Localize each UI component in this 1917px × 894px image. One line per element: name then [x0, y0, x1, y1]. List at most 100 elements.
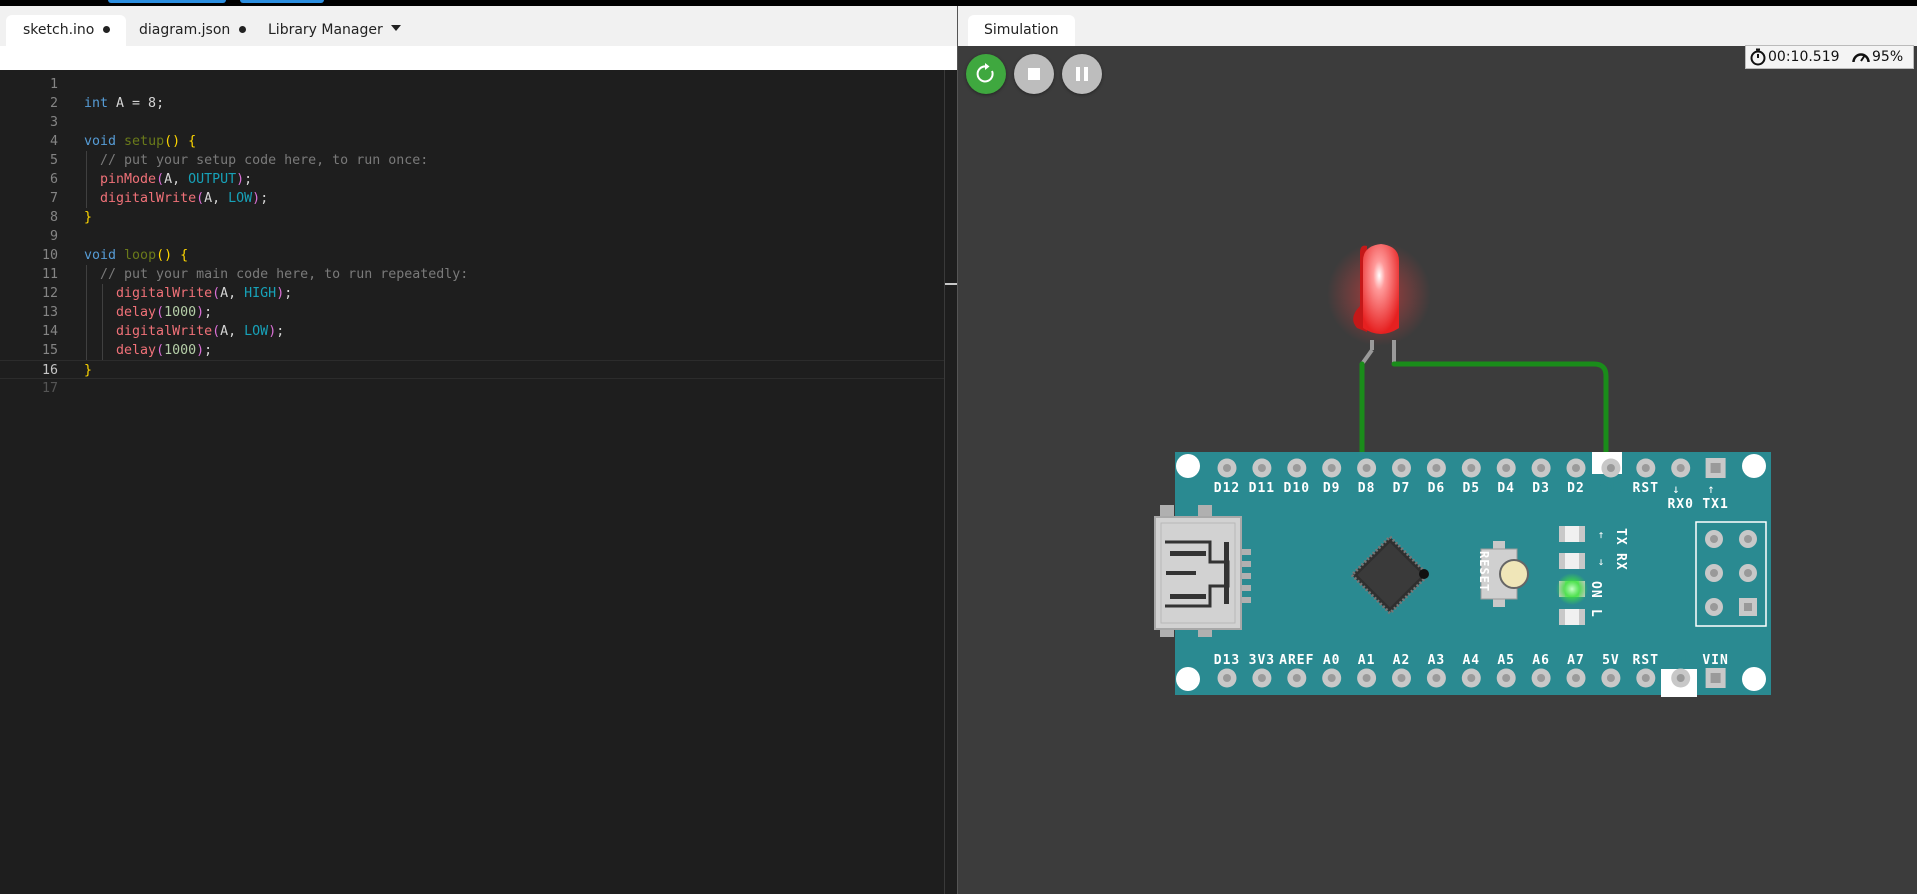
led-body: [1363, 244, 1399, 334]
pin-label: D8: [1358, 481, 1376, 496]
code-line[interactable]: pinMode(A, OUTPUT);: [84, 170, 252, 189]
pin-label: D11: [1249, 481, 1275, 496]
pin-label: D13: [1214, 653, 1240, 668]
pin-hole: [1397, 464, 1406, 472]
line-number: 8: [49, 210, 58, 225]
line-number: 14: [41, 324, 58, 339]
pin-hole: [1432, 674, 1441, 682]
code-line[interactable]: delay(1000);: [84, 341, 212, 360]
code-line[interactable]: void loop() {: [84, 246, 188, 265]
tx-led-label: TX: [1613, 528, 1628, 546]
pin-label: 5V: [1602, 653, 1620, 668]
code-area[interactable]: 1 2 int A = 8; 3 4 void setup() { 5 // put…: [0, 70, 957, 894]
line-number: 3: [49, 115, 58, 130]
pin-label: A2: [1393, 653, 1411, 668]
bottom-pin-header: [1217, 668, 1726, 688]
editor-tab-bar: sketch.ino diagram.json Library Manager: [0, 6, 957, 46]
svg-text:←: ←: [1595, 532, 1608, 539]
red-led[interactable]: [1327, 242, 1431, 366]
code-line[interactable]: }: [84, 361, 92, 380]
pin-label: A5: [1497, 653, 1515, 668]
pin-hole: [1467, 674, 1476, 682]
code-line[interactable]: }: [84, 208, 92, 227]
pin-hole: [1292, 464, 1301, 472]
tab-library-manager[interactable]: Library Manager: [268, 15, 383, 46]
unsaved-dot-icon: [103, 25, 111, 33]
tab-diagram-json[interactable]: diagram.json: [139, 15, 247, 46]
pin-hole: [1257, 674, 1266, 682]
line-number: 13: [41, 305, 58, 320]
pin-label: D4: [1497, 481, 1515, 496]
tab-label: Library Manager: [268, 22, 383, 38]
pin-hole: [1467, 464, 1476, 472]
pin-label: A1: [1358, 653, 1376, 668]
pin-hole: [1432, 464, 1441, 472]
pin-hole: [1223, 464, 1231, 472]
line-number: 5: [49, 153, 58, 168]
pin-hole: [1397, 674, 1406, 682]
pin-label: D12: [1214, 481, 1240, 496]
tab-label: sketch.ino: [23, 22, 95, 38]
l-led-label: L: [1588, 609, 1603, 618]
on-led-label: ON: [1588, 581, 1603, 599]
line-number: 10: [41, 248, 58, 263]
pin-hole: [1502, 464, 1511, 472]
pin-hole: [1362, 464, 1371, 472]
line-number: 6: [49, 172, 58, 187]
pin-hole: [1537, 674, 1546, 682]
pin-hole: [1641, 464, 1650, 472]
pin-label: GND: [1598, 481, 1624, 496]
pin-label: D2: [1567, 481, 1585, 496]
pin-label: VIN: [1702, 653, 1728, 668]
pin-hole: [1710, 673, 1721, 683]
chevron-down-icon[interactable]: [391, 25, 401, 31]
pin-label: D7: [1393, 481, 1411, 496]
rx-arrow: ↓: [1672, 482, 1679, 496]
pin-hole: [1223, 674, 1231, 682]
circuit-canvas[interactable]: D12 D11 D10 D9 D8 D7 D6 D5 D4 D3 D2 GND RST RX0 TX1 D1…: [958, 6, 1917, 894]
pin-label: TX1: [1702, 497, 1728, 512]
pin-hole: [1572, 674, 1580, 682]
bottom-pin-labels: D13 3V3 AREF A0 A1 A2 A3 A4 A5 A6 A7 5V RST GND VIN: [1214, 653, 1728, 668]
arduino-nano-board[interactable]: D12 D11 D10 D9 D8 D7 D6 D5 D4 D3 D2 GND RST RX0 TX1 D1…: [1154, 452, 1771, 697]
code-line[interactable]: // put your setup code here, to run once…: [84, 151, 428, 170]
pin-hole: [1572, 464, 1580, 472]
code-editor-pane: sketch.ino diagram.json Library Manager …: [0, 6, 957, 894]
pin-hole: [1606, 674, 1615, 682]
line-number: 11: [41, 267, 58, 282]
usb-connector: [1154, 505, 1251, 637]
code-line[interactable]: digitalWrite(A, LOW);: [84, 322, 284, 341]
code-line[interactable]: // put your main code here, to run repea…: [84, 265, 468, 284]
line-number: 12: [41, 286, 58, 301]
code-line[interactable]: void setup() {: [84, 132, 196, 151]
pin-hole: [1257, 464, 1266, 472]
scroll-position-marker: [945, 283, 957, 285]
line-number: 7: [49, 191, 58, 206]
pin-label: A4: [1462, 653, 1480, 668]
line-number: 4: [49, 134, 58, 149]
power-led-glow: [1556, 573, 1588, 605]
svg-text:→: →: [1595, 559, 1608, 566]
code-line[interactable]: digitalWrite(A, LOW);: [84, 189, 268, 208]
tab-sketch-ino[interactable]: sketch.ino: [6, 15, 127, 46]
pin-hole: [1292, 674, 1301, 682]
vertical-scrollbar[interactable]: [944, 70, 945, 894]
pin-hole: [1327, 464, 1336, 472]
pin-label: D3: [1532, 481, 1550, 496]
line-number: 2: [49, 96, 58, 111]
line-number: 1: [49, 77, 58, 92]
pin-hole: [1327, 674, 1336, 682]
code-line[interactable]: delay(1000);: [84, 303, 212, 322]
pin-label: A0: [1323, 653, 1341, 668]
top-strip-indicator: [240, 0, 324, 3]
pin-label: A3: [1428, 653, 1446, 668]
code-line[interactable]: digitalWrite(A, HIGH);: [84, 284, 292, 303]
pin-hole: [1710, 463, 1721, 473]
pin-label: D10: [1284, 481, 1310, 496]
line-number: 15: [41, 343, 58, 358]
pin-label: RX0: [1667, 497, 1693, 512]
rx-led-label: RX: [1613, 553, 1628, 571]
code-line[interactable]: int A = 8;: [84, 94, 164, 113]
pin-label: D9: [1323, 481, 1341, 496]
pin-label: D5: [1462, 481, 1480, 496]
